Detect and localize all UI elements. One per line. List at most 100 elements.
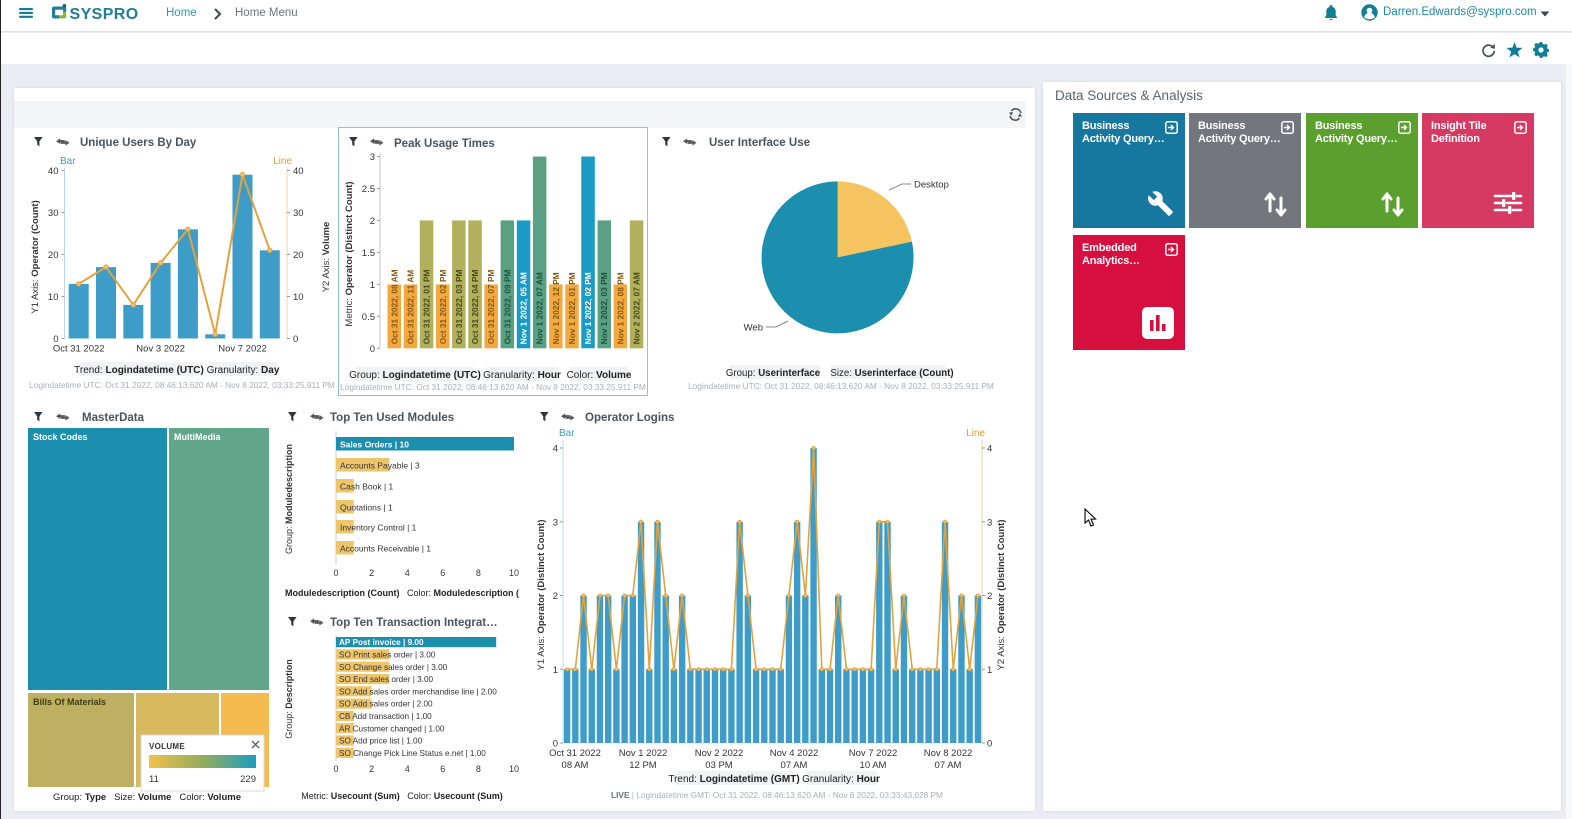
svg-text:Nov 1 2022: Nov 1 2022	[619, 748, 668, 759]
svg-text:Granularity: Hour: Granularity: Hour	[483, 370, 561, 381]
svg-text:Accounts Receivable | 1: Accounts Receivable | 1	[340, 544, 431, 554]
svg-text:Nov 1 2022, 12 PM: Nov 1 2022, 12 PM	[551, 272, 561, 344]
svg-text:SYSPRO: SYSPRO	[70, 6, 139, 23]
svg-text:SO End sales order | 3.00: SO End sales order | 3.00	[339, 675, 434, 684]
svg-text:Nov 2 2022, 07 AM: Nov 2 2022, 07 AM	[632, 272, 642, 344]
svg-text:SO Print sales order | 3.00: SO Print sales order | 3.00	[339, 651, 436, 660]
svg-text:0.5: 0.5	[362, 312, 375, 323]
svg-text:2: 2	[369, 764, 374, 774]
svg-text:30: 30	[293, 208, 304, 219]
svg-text:Trend: Logindatetime (GMT): Trend: Logindatetime (GMT)	[668, 774, 799, 785]
svg-text:AR Customer changed | 1.00: AR Customer changed | 1.00	[339, 724, 445, 733]
svg-text:4: 4	[987, 444, 992, 455]
svg-text:0: 0	[333, 764, 338, 774]
svg-text:Y1 Axis: Operator (Count): Y1 Axis: Operator (Count)	[30, 200, 41, 314]
svg-text:3: 3	[553, 517, 558, 528]
svg-text:10: 10	[509, 764, 519, 774]
svg-text:Oct 31 2022, 11 AM: Oct 31 2022, 11 AM	[405, 270, 415, 344]
svg-text:3: 3	[370, 152, 375, 163]
svg-text:3: 3	[987, 517, 992, 528]
svg-text:SO Add sales order | 2.00: SO Add sales order | 2.00	[339, 700, 433, 709]
svg-text:Oct 31 2022, 03 PM: Oct 31 2022, 03 PM	[454, 269, 464, 344]
svg-text:Nov 1 2022, 07 AM: Nov 1 2022, 07 AM	[535, 272, 545, 344]
svg-text:Size: Userinterface (Count): Size: Userinterface (Count)	[830, 368, 953, 379]
svg-text:Bills Of Materials: Bills Of Materials	[33, 697, 106, 707]
svg-text:SO Add sales order merchandise: SO Add sales order merchandise line | 2.…	[339, 687, 497, 696]
svg-text:40: 40	[293, 166, 304, 177]
svg-text:2.5: 2.5	[362, 184, 375, 195]
svg-text:User Interface Use: User Interface Use	[709, 137, 810, 149]
svg-text:Nov 8 2022: Nov 8 2022	[924, 748, 973, 759]
svg-text:Inventory Control | 1: Inventory Control | 1	[340, 523, 417, 533]
svg-text:Color: Volume: Color: Volume	[567, 370, 632, 381]
svg-text:10: 10	[293, 292, 304, 303]
svg-text:VOLUME: VOLUME	[149, 742, 185, 751]
svg-text:2: 2	[553, 591, 558, 602]
svg-text:SO Change sales order | 3.00: SO Change sales order | 3.00	[339, 663, 448, 672]
svg-text:Oct 31 2022, 02 PM: Oct 31 2022, 02 PM	[438, 269, 448, 344]
svg-text:0: 0	[370, 344, 375, 355]
svg-text:10 AM: 10 AM	[860, 760, 887, 771]
svg-text:Oct 31 2022: Oct 31 2022	[53, 344, 105, 355]
svg-text:Line: Line	[966, 428, 985, 439]
svg-text:12 PM: 12 PM	[629, 760, 657, 771]
svg-text:Oct 31 2022, 09 PM: Oct 31 2022, 09 PM	[502, 269, 512, 344]
svg-text:40: 40	[48, 166, 59, 177]
svg-text:Bar: Bar	[559, 428, 575, 439]
svg-text:Line: Line	[273, 156, 292, 167]
svg-text:1: 1	[553, 665, 558, 676]
svg-text:Top Ten Used Modules: Top Ten Used Modules	[330, 412, 454, 424]
svg-text:0: 0	[333, 568, 338, 578]
svg-text:SO Add price list | 1.00: SO Add price list | 1.00	[339, 737, 423, 746]
svg-text:6: 6	[440, 764, 445, 774]
svg-text:Oct 31 2022, 01 PM: Oct 31 2022, 01 PM	[422, 269, 432, 344]
svg-text:Web: Web	[744, 323, 763, 334]
svg-text:4: 4	[405, 764, 410, 774]
svg-text:20: 20	[293, 250, 304, 261]
svg-text:Trend: Logindatetime (UTC): Trend: Logindatetime (UTC)	[74, 365, 204, 376]
svg-text:Nov 1 2022, 02 PM: Nov 1 2022, 02 PM	[583, 272, 593, 344]
svg-text:Top Ten Transaction Integrat…: Top Ten Transaction Integrat…	[330, 617, 498, 629]
svg-text:Group: Type Size: Volume C: Group: Type Size: Volume Color: Volume	[53, 792, 241, 803]
svg-text:Nov 2 2022: Nov 2 2022	[695, 748, 744, 759]
svg-text:Group: Userinterface: Group: Userinterface	[726, 368, 821, 379]
svg-text:1.5: 1.5	[362, 248, 375, 259]
svg-text:2: 2	[987, 591, 992, 602]
svg-text:229: 229	[240, 774, 256, 785]
svg-text:03 PM: 03 PM	[705, 760, 733, 771]
svg-text:Sales Orders | 10: Sales Orders | 10	[340, 440, 409, 450]
svg-text:Metric: Usecount (Sum) Color: Metric: Usecount (Sum) Color: Usecount (…	[301, 791, 503, 801]
svg-text:10: 10	[509, 568, 519, 578]
svg-text:Nov 7 2022: Nov 7 2022	[218, 344, 267, 355]
svg-text:Peak Usage Times: Peak Usage Times	[394, 138, 495, 150]
svg-text:Desktop: Desktop	[914, 180, 949, 191]
svg-text:Moduledescription (Count) Co: Moduledescription (Count) Color: Moduled…	[285, 588, 519, 598]
svg-text:MasterData: MasterData	[82, 412, 145, 424]
svg-text:Quotations | 1: Quotations | 1	[340, 503, 393, 513]
svg-text:Group: Logindatetime (UTC): Group: Logindatetime (UTC)	[349, 370, 481, 381]
svg-text:Granularity: Day: Granularity: Day	[207, 365, 280, 376]
svg-text:Logindatetime UTC: Oct 31 2022: Logindatetime UTC: Oct 31 2022, 08:46:13…	[29, 380, 335, 390]
svg-text:SO Change Pick Line Status e.n: SO Change Pick Line Status e.net | 1.00	[339, 749, 486, 758]
svg-text:Y2 Axis: Volume: Y2 Axis: Volume	[321, 222, 332, 293]
svg-text:Stock Codes: Stock Codes	[33, 432, 88, 442]
svg-text:Group: Description: Group: Description	[284, 659, 294, 739]
svg-text:Y1 Axis: Operator (Distinct Co: Y1 Axis: Operator (Distinct Count)	[537, 520, 547, 671]
svg-text:Oct 31 2022, 07 PM: Oct 31 2022, 07 PM	[486, 269, 496, 344]
svg-text:0: 0	[293, 334, 298, 345]
svg-text:Nov 1 2022, 01 PM: Nov 1 2022, 01 PM	[567, 272, 577, 344]
svg-text:6: 6	[440, 568, 445, 578]
svg-text:0: 0	[987, 739, 992, 750]
svg-text:Nov 4 2022: Nov 4 2022	[770, 748, 819, 759]
svg-text:Nov 1 2022, 05 AM: Nov 1 2022, 05 AM	[519, 272, 529, 344]
svg-text:Group: Moduledescription: Group: Moduledescription	[284, 444, 294, 554]
svg-text:Oct 31 2022: Oct 31 2022	[549, 748, 601, 759]
svg-text:08 AM: 08 AM	[562, 760, 589, 771]
svg-text:Metric: Operator (Distinct Cou: Metric: Operator (Distinct Count)	[344, 181, 355, 326]
svg-text:Nov 3 2022: Nov 3 2022	[136, 344, 185, 355]
svg-text:1: 1	[987, 665, 992, 676]
svg-text:Logindatetime UTC: Oct 31 2022: Logindatetime UTC: Oct 31 2022, 08:46:13…	[340, 382, 646, 392]
svg-text:20: 20	[48, 250, 59, 261]
svg-text:4: 4	[405, 568, 410, 578]
svg-text:Nov 7 2022: Nov 7 2022	[849, 748, 898, 759]
